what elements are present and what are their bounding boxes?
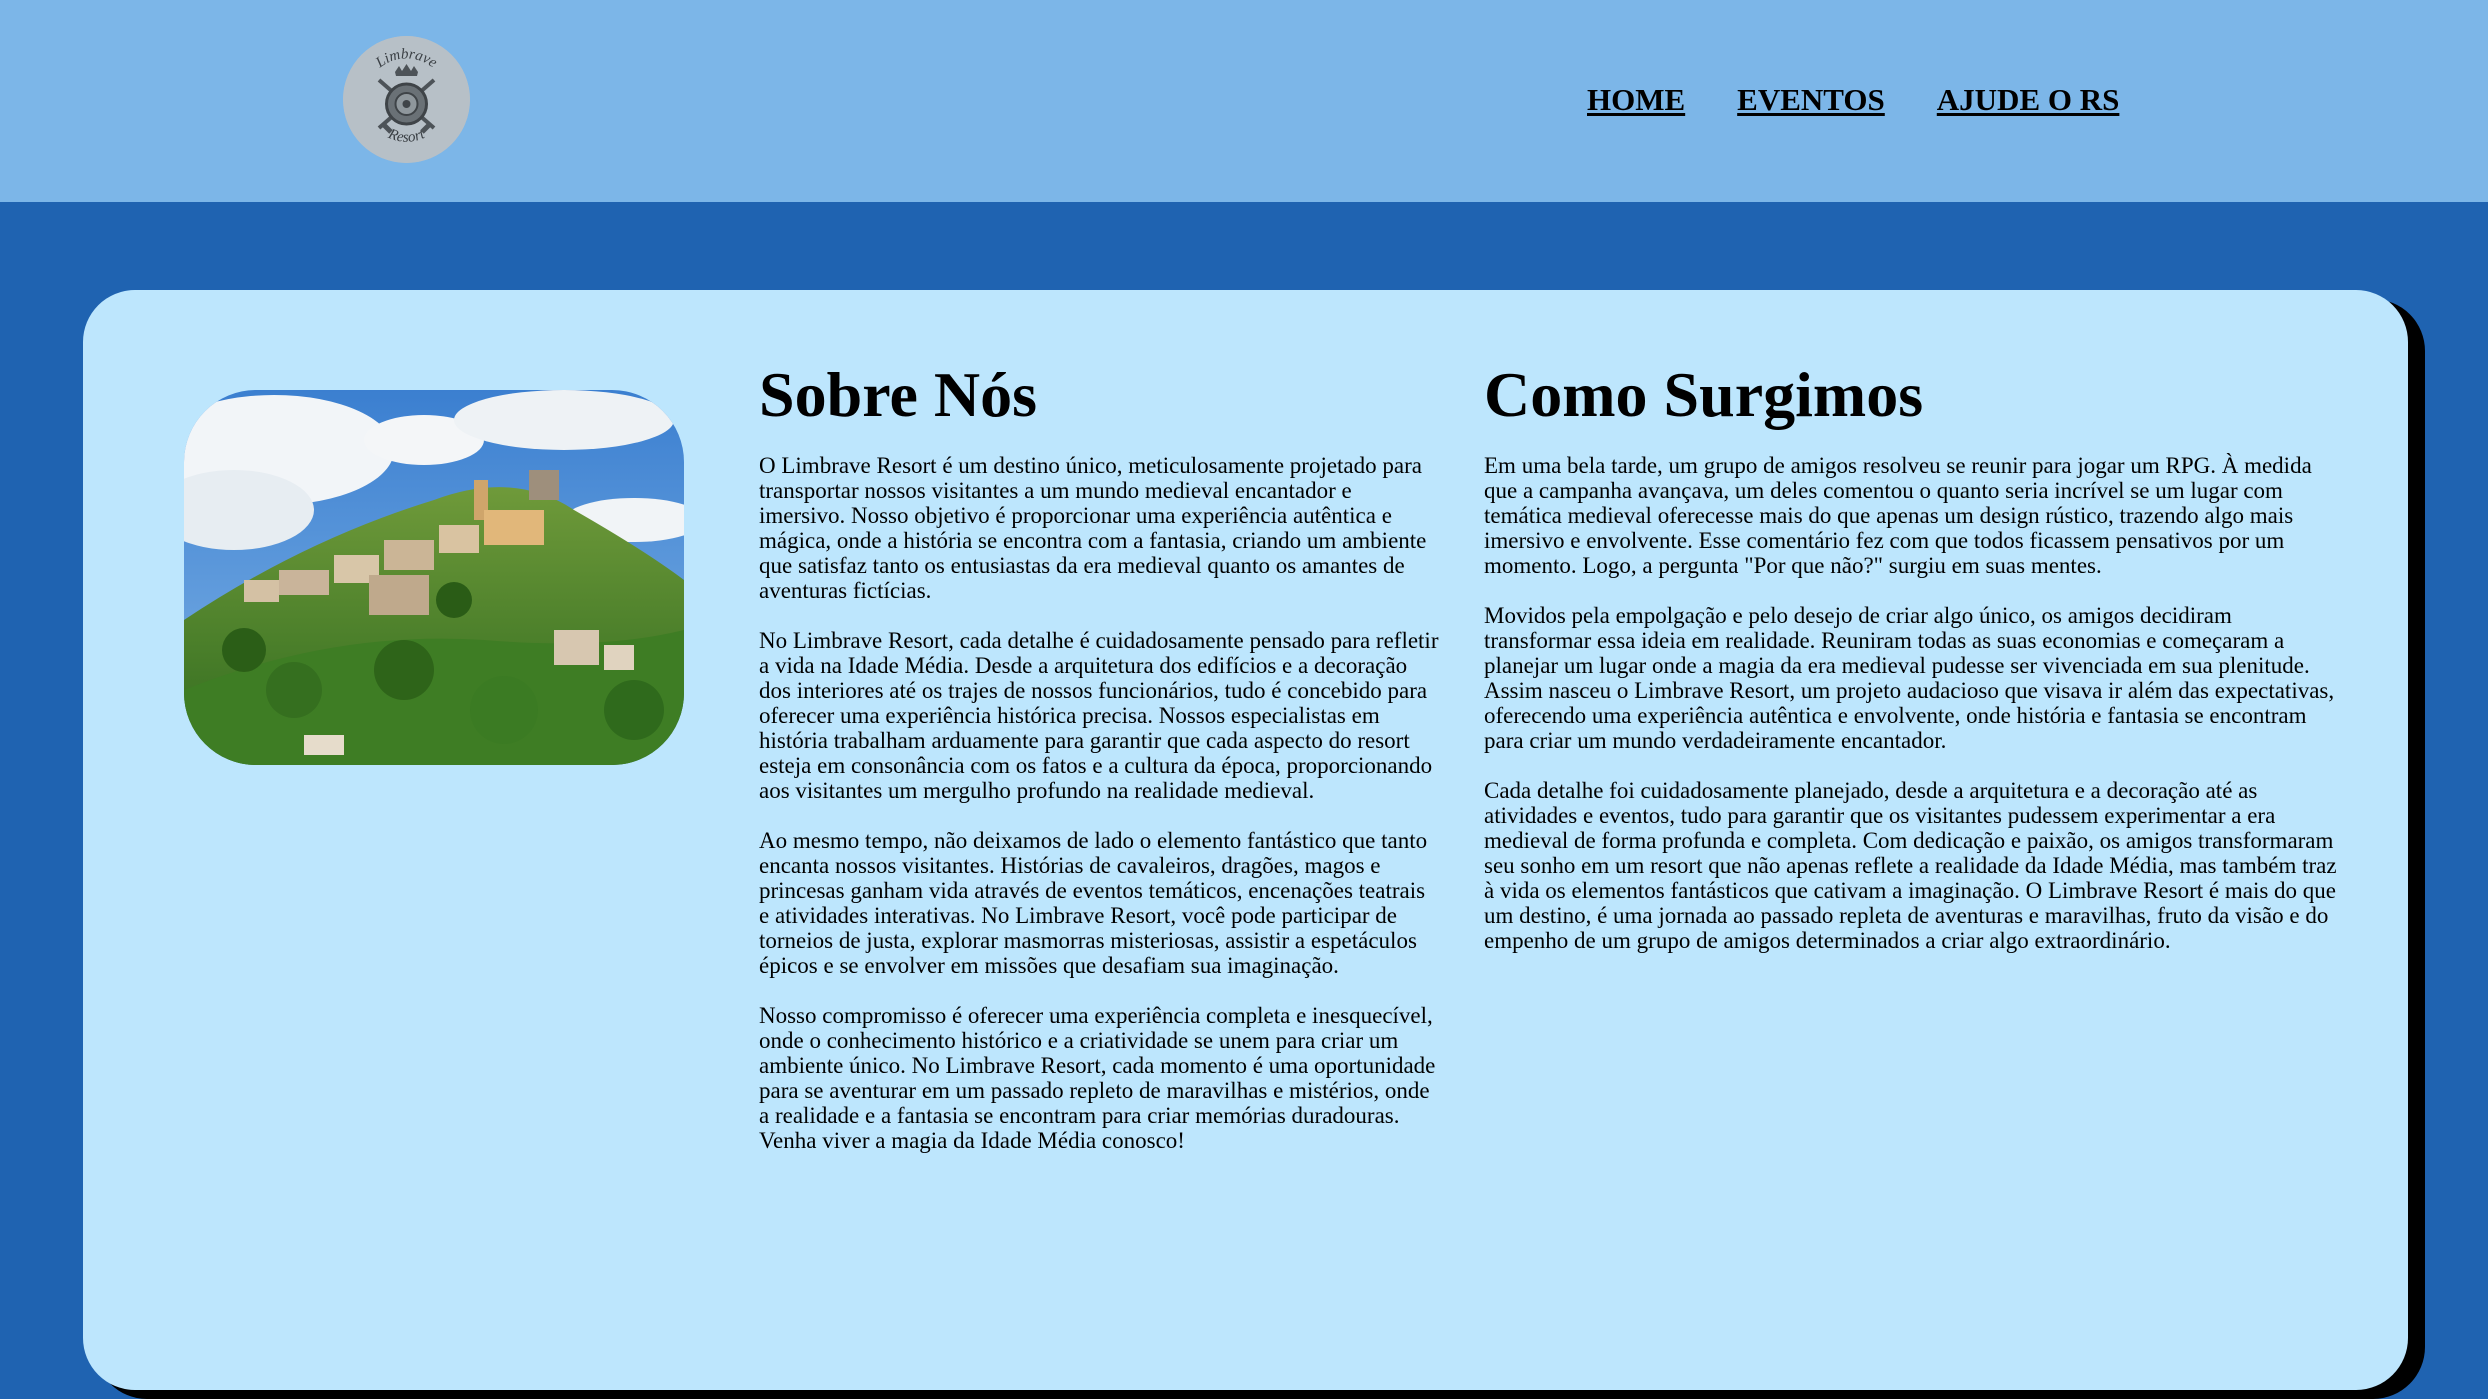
limbrave-logo[interactable]: Limbrave Resort [343, 36, 470, 163]
about-title: Sobre Nós [759, 359, 1037, 430]
origin-title: Como Surgimos [1484, 359, 1924, 430]
about-section: Sobre Nós O Limbrave Resort é um destino… [759, 355, 1439, 1178]
nav-link-eventos[interactable]: EVENTOS [1737, 80, 1885, 120]
origin-paragraph: Movidos pela empolgação e pelo desejo de… [1484, 603, 2335, 753]
nav-link-home[interactable]: HOME [1587, 80, 1685, 120]
about-paragraph: O Limbrave Resort é um destino único, me… [759, 453, 1427, 603]
about-paragraph: Ao mesmo tempo, não deixamos de lado o e… [759, 828, 1428, 978]
medieval-village-photo [184, 390, 684, 765]
about-paragraph: Nosso compromisso é oferecer uma experiê… [759, 1003, 1436, 1153]
site-header: Limbrave Resort HOME EVENTOS AJUDE O RS [0, 0, 2488, 202]
origin-section: Como Surgimos Em uma bela tarde, um grup… [1484, 355, 2339, 978]
about-paragraph: No Limbrave Resort, cada detalhe é cuida… [759, 628, 1439, 803]
origin-paragraph: Em uma bela tarde, um grupo de amigos re… [1484, 453, 2312, 578]
nav-link-ajude[interactable]: AJUDE O RS [1937, 80, 2120, 120]
shield-crossed-swords-icon: Limbrave Resort [343, 36, 470, 163]
village-image-icon [184, 390, 684, 765]
origin-paragraph: Cada detalhe foi cuidadosamente planejad… [1484, 778, 2337, 953]
main-nav: HOME EVENTOS AJUDE O RS [1587, 80, 2119, 120]
